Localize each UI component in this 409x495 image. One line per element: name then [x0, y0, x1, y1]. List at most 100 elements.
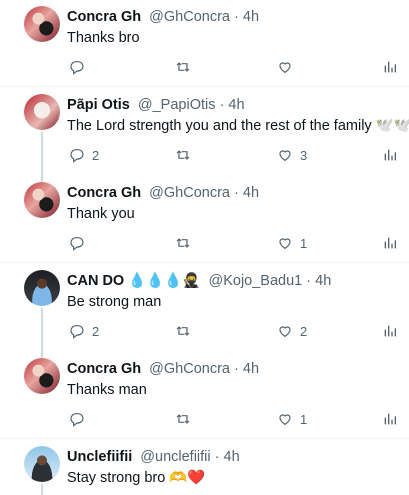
timestamp[interactable]: 4h: [228, 97, 244, 113]
like-count: 1: [300, 235, 308, 251]
user-handle[interactable]: @GhConcra: [149, 9, 230, 25]
views-icon: [384, 149, 396, 161]
tweet[interactable]: Unclefiifii @unclefiifii · 4h Stay stron…: [0, 440, 409, 495]
retweet-icon: [176, 150, 190, 160]
reply-icon: [70, 237, 84, 251]
tweet-text: Thanks man: [67, 382, 147, 398]
thread-line: [41, 484, 43, 495]
retweet-icon: [176, 238, 190, 248]
tweet[interactable]: CAN DO 💧💧💧🥷 @Kojo_Badu1 · 4h Be strong m…: [0, 264, 409, 358]
reply-icon: [70, 149, 84, 163]
tweet[interactable]: Concra Gh @GhConcra · 4h Thanks man 1: [0, 352, 409, 439]
reply-button[interactable]: [69, 410, 92, 428]
retweet-icon: [176, 62, 190, 72]
tweet-header: Concra Gh @GhConcra · 4h: [67, 8, 259, 26]
separator-dot: ·: [234, 361, 239, 377]
like-button[interactable]: 1: [277, 234, 307, 252]
user-handle[interactable]: @GhConcra: [149, 185, 230, 201]
views-button[interactable]: [382, 322, 398, 340]
display-name[interactable]: Concra Gh: [67, 185, 141, 201]
tweet-header: CAN DO 💧💧💧🥷 @Kojo_Badu1 · 4h: [67, 272, 331, 290]
heart-icon: [279, 238, 291, 249]
display-name[interactable]: Concra Gh: [67, 361, 141, 377]
heart-icon: [279, 62, 291, 73]
timestamp[interactable]: 4h: [243, 361, 259, 377]
tweet-header: Pa͂pi Otis @_PapiOtis · 4h: [67, 96, 245, 114]
reply-count: 2: [92, 147, 100, 163]
avatar[interactable]: [24, 446, 60, 482]
tweet-header: Concra Gh @GhConcra · 4h: [67, 184, 259, 202]
separator-dot: ·: [306, 273, 312, 289]
separator-dot: ·: [219, 97, 225, 113]
timestamp[interactable]: 4h: [224, 449, 240, 465]
like-button[interactable]: 3: [277, 146, 307, 164]
display-name[interactable]: Unclefiifii: [67, 449, 132, 465]
tweet-header: Unclefiifii @unclefiifii · 4h: [67, 448, 240, 466]
heart-icon: [279, 150, 291, 161]
retweet-icon: [176, 414, 190, 424]
reply-icon: [70, 325, 84, 339]
action-bar: [67, 58, 397, 76]
timestamp[interactable]: 4h: [243, 9, 259, 25]
retweet-button[interactable]: [175, 322, 198, 340]
views-button[interactable]: [382, 58, 398, 76]
display-name[interactable]: Concra Gh: [67, 9, 141, 25]
avatar[interactable]: [24, 182, 60, 218]
avatar[interactable]: [24, 94, 60, 130]
tweet-text: Thank you: [67, 206, 135, 222]
reply-button[interactable]: 2: [69, 322, 99, 340]
action-bar: 2 2: [67, 322, 397, 340]
like-count: 3: [300, 147, 308, 163]
tweet[interactable]: Concra Gh @GhConcra · 4h Thank you 1: [0, 176, 409, 263]
like-button[interactable]: 2: [277, 322, 307, 340]
heart-icon: [279, 414, 291, 425]
reply-button[interactable]: 2: [69, 146, 99, 164]
timestamp[interactable]: 4h: [243, 185, 259, 201]
tweet[interactable]: Concra Gh @GhConcra · 4h Thanks bro: [0, 0, 409, 87]
action-bar: 1: [67, 410, 397, 428]
avatar[interactable]: [24, 6, 60, 42]
display-name[interactable]: Pa͂pi Otis: [67, 97, 130, 113]
heart-icon: [279, 326, 291, 337]
timestamp[interactable]: 4h: [315, 273, 331, 289]
reply-count: 2: [92, 323, 100, 339]
like-count: 1: [300, 411, 308, 427]
tweet-text: The Lord strength you and the rest of th…: [67, 118, 409, 134]
user-handle[interactable]: @_PapiOtis: [138, 97, 216, 113]
reply-button[interactable]: [69, 58, 92, 76]
avatar[interactable]: [24, 270, 60, 306]
user-handle[interactable]: @unclefiifii: [140, 449, 210, 465]
action-bar: 1: [67, 234, 397, 252]
retweet-button[interactable]: [175, 234, 198, 252]
tweet-header: Concra Gh @GhConcra · 4h: [67, 360, 259, 378]
user-handle[interactable]: @GhConcra: [149, 361, 230, 377]
views-icon: [384, 325, 396, 337]
display-name[interactable]: CAN DO 💧💧💧🥷: [67, 273, 200, 289]
reply-icon: [70, 413, 84, 427]
views-button[interactable]: [382, 410, 398, 428]
views-icon: [384, 413, 396, 425]
action-bar: 2 3: [67, 146, 397, 164]
like-button[interactable]: [277, 58, 300, 76]
views-icon: [384, 61, 396, 73]
tweet-text: Stay strong bro 🫶❤️: [67, 470, 206, 486]
tweet[interactable]: Pa͂pi Otis @_PapiOtis · 4h The Lord stre…: [0, 88, 409, 182]
like-button[interactable]: 1: [277, 410, 307, 428]
views-button[interactable]: [382, 146, 398, 164]
views-icon: [384, 237, 396, 249]
separator-dot: ·: [234, 185, 239, 201]
retweet-button[interactable]: [175, 146, 198, 164]
separator-dot: ·: [214, 449, 220, 465]
reply-button[interactable]: [69, 234, 92, 252]
views-button[interactable]: [382, 234, 398, 252]
user-handle[interactable]: @Kojo_Badu1: [208, 273, 302, 289]
retweet-icon: [176, 326, 190, 336]
retweet-button[interactable]: [175, 58, 198, 76]
tweet-text: Thanks bro: [67, 30, 140, 46]
avatar[interactable]: [24, 358, 60, 394]
thread-line: [41, 308, 43, 358]
thread-line: [41, 132, 43, 182]
separator-dot: ·: [234, 9, 239, 25]
retweet-button[interactable]: [175, 410, 198, 428]
like-count: 2: [300, 323, 308, 339]
